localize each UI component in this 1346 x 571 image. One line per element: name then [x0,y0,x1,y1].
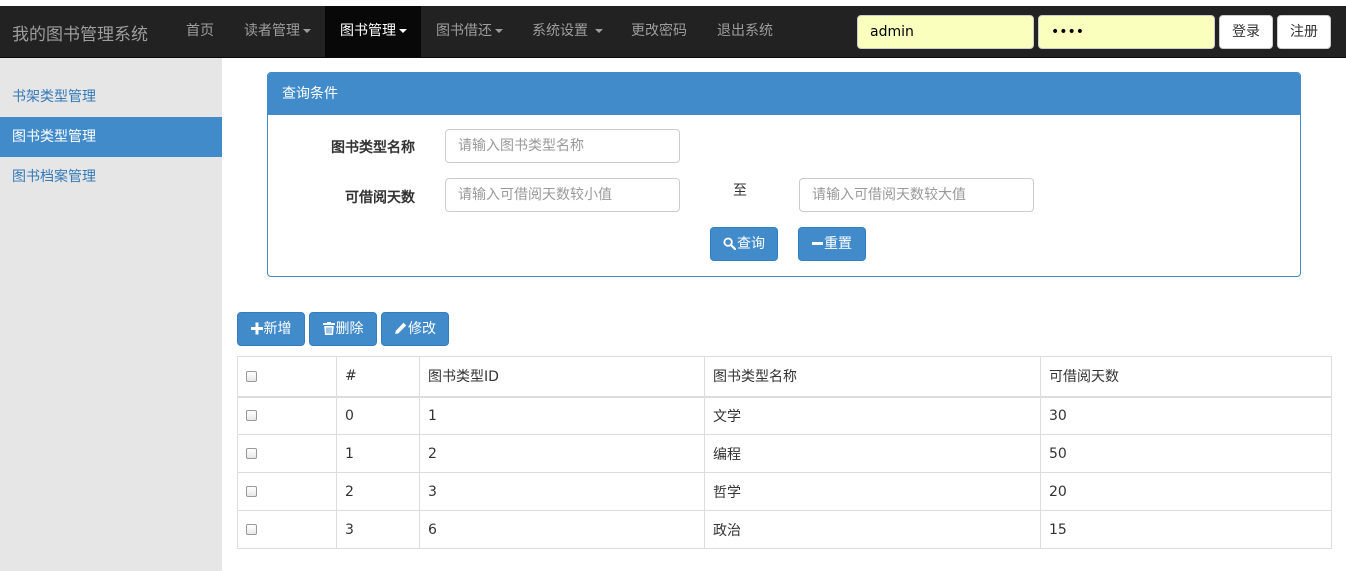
cell-type-id: 2 [419,434,705,473]
nav-item-label: 图书借还 [436,23,492,39]
caret-down-icon [495,29,503,33]
navbar: 我的图书管理系统 首页 读者管理 图书管理 图书借还 系统设置 更改密码 退出系… [0,6,1346,58]
table-row[interactable]: 1 2 编程 50 [237,434,1332,473]
row-checkbox[interactable] [246,448,257,459]
row-checkbox[interactable] [246,524,257,535]
nav-item-book-management[interactable]: 图书管理 [325,6,421,57]
sidebar: 书架类型管理 图书类型管理 图书档案管理 [0,58,222,571]
caret-down-icon [399,29,407,33]
plus-icon [250,322,263,335]
type-name-input[interactable] [445,129,680,163]
column-header-type-id: 图书类型ID [419,356,705,398]
range-to-label: 至 [733,183,747,199]
add-button[interactable]: 新增 [237,312,305,346]
nav-item-label: 首页 [186,23,214,39]
query-panel-title: 查询条件 [268,73,1300,115]
cell-type-name: 哲学 [704,472,1041,511]
search-button[interactable]: 查询 [710,227,778,261]
column-header-type-name: 图书类型名称 [704,356,1041,398]
cell-type-name: 编程 [704,434,1041,473]
select-all-checkbox[interactable] [246,370,257,382]
cell-borrow-days: 30 [1040,396,1332,435]
cell-borrow-days: 20 [1040,472,1332,511]
nav-item-label: 读者管理 [244,23,300,39]
cell-index: 1 [336,434,420,473]
trash-icon [322,322,335,335]
table-row[interactable]: 3 6 政治 15 [237,510,1332,549]
row-select-cell [237,472,337,511]
cell-borrow-days: 15 [1040,510,1332,549]
nav-item-label: 图书管理 [340,23,396,39]
table-header-row: # 图书类型ID 图书类型名称 可借阅天数 [237,356,1332,398]
cell-type-id: 3 [419,472,705,511]
edit-button-label: 修改 [408,321,436,337]
sidebar-item-shelf-type[interactable]: 书架类型管理 [0,77,222,117]
nav-item-label: 退出系统 [717,23,773,39]
nav-item-reader-management[interactable]: 读者管理 [229,6,326,57]
cell-type-name: 政治 [704,510,1041,549]
caret-down-icon [303,29,311,33]
pencil-icon [395,322,407,334]
column-header-index: # [336,356,420,398]
delete-button[interactable]: 删除 [309,312,377,346]
caret-down-icon [595,29,603,33]
query-panel: 查询条件 图书类型名称 可借阅天数 至 查询 重置 [267,72,1301,277]
nav-item-system-settings[interactable]: 系统设置 [517,6,618,57]
days-min-input[interactable] [445,178,680,212]
cell-index: 0 [336,396,420,435]
sidebar-item-book-archive[interactable]: 图书档案管理 [0,157,222,197]
username-input[interactable] [857,15,1034,49]
table-row[interactable]: 0 1 文学 30 [237,396,1332,435]
register-button[interactable]: 注册 [1277,15,1331,49]
row-select-cell [237,396,337,435]
row-checkbox[interactable] [246,486,257,497]
login-button[interactable]: 登录 [1219,15,1273,49]
cell-borrow-days: 50 [1040,434,1332,473]
row-select-cell [237,434,337,473]
book-type-table: # 图书类型ID 图书类型名称 可借阅天数 0 1 文学 30 1 2 编程 5… [237,356,1332,549]
brand-title[interactable]: 我的图书管理系统 [12,20,148,45]
column-header-borrow-days: 可借阅天数 [1040,356,1332,398]
nav-item-home[interactable]: 首页 [171,6,229,57]
cell-index: 3 [336,510,420,549]
type-name-label: 图书类型名称 [331,140,415,156]
select-all-cell [237,356,337,398]
password-input[interactable] [1038,15,1215,49]
edit-button[interactable]: 修改 [381,312,449,346]
table-row[interactable]: 2 3 哲学 20 [237,472,1332,511]
cell-index: 2 [336,472,420,511]
nav-item-label: 系统设置 [532,23,588,39]
delete-button-label: 删除 [335,321,364,337]
sidebar-item-book-type[interactable]: 图书类型管理 [0,117,222,157]
days-label: 可借阅天数 [345,190,415,206]
row-checkbox[interactable] [246,410,257,422]
search-button-label: 查询 [737,236,765,252]
search-icon [723,237,737,251]
days-max-input[interactable] [799,178,1034,212]
minus-icon [812,242,823,245]
nav-item-change-password[interactable]: 更改密码 [616,6,702,57]
nav-item-logout[interactable]: 退出系统 [702,6,788,57]
cell-type-name: 文学 [704,396,1041,435]
reset-button[interactable]: 重置 [798,227,866,261]
row-select-cell [237,510,337,549]
reset-button-label: 重置 [824,236,852,252]
nav-item-borrow-return[interactable]: 图书借还 [421,6,518,57]
add-button-label: 新增 [263,321,292,337]
nav-item-label: 更改密码 [631,23,687,39]
cell-type-id: 1 [419,396,705,435]
cell-type-id: 6 [419,510,705,549]
